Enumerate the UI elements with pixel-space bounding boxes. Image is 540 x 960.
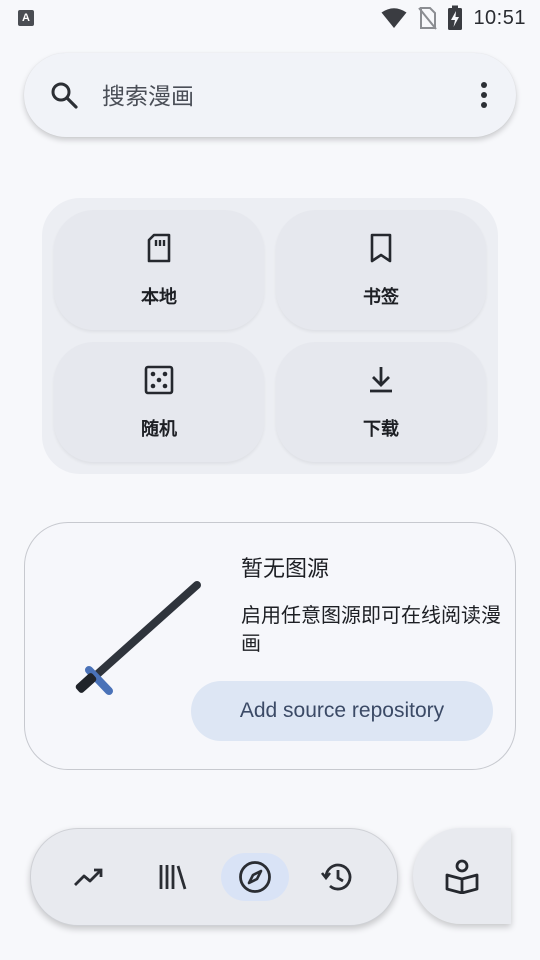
search-input[interactable]: 搜索漫画: [102, 77, 194, 111]
downloads-label: 下载: [363, 419, 399, 440]
history-icon: [320, 863, 352, 891]
bookmark-icon: [370, 233, 392, 263]
nav-library[interactable]: [139, 853, 207, 901]
search-icon[interactable]: [50, 81, 78, 109]
explore-compass-icon: [239, 861, 271, 893]
search-bar[interactable]: 搜索漫画: [24, 53, 516, 137]
wifi-icon: [381, 8, 407, 28]
nav-explore[interactable]: [221, 853, 289, 901]
empty-description: 启用任意图源即可在线阅读漫画: [241, 603, 501, 655]
downloads-button[interactable]: 下载: [276, 342, 486, 462]
library-icon: [159, 865, 187, 890]
empty-title: 暂无图源: [241, 557, 330, 582]
more-vert-icon[interactable]: [480, 81, 488, 109]
reader-icon: [445, 859, 479, 894]
bottom-navigation: [30, 828, 398, 926]
battery-charging-icon: [448, 5, 463, 30]
nav-trending[interactable]: [55, 853, 123, 901]
dice-icon: [144, 365, 174, 395]
bookmarks-label: 书签: [363, 287, 399, 308]
sd-card-icon: [147, 233, 171, 263]
quick-actions-grid: 本地 书签 随机 下载: [42, 198, 498, 474]
random-button[interactable]: 随机: [54, 342, 264, 462]
app-notification-icon: A: [18, 10, 34, 26]
download-icon: [370, 367, 392, 393]
add-source-repository-button[interactable]: Add source repository: [191, 681, 493, 741]
bookmarks-button[interactable]: 书签: [276, 210, 486, 330]
no-sim-icon: [418, 7, 438, 30]
empty-sources-card: 暂无图源 启用任意图源即可在线阅读漫画 Add source repositor…: [24, 522, 516, 770]
status-bar: A 10:51: [0, 0, 540, 36]
trending-icon: [74, 868, 103, 886]
status-icons: 10:51: [381, 4, 526, 32]
local-label: 本地: [141, 287, 177, 308]
local-button[interactable]: 本地: [54, 210, 264, 330]
reader-fab[interactable]: [413, 828, 511, 924]
random-label: 随机: [141, 419, 177, 440]
clock: 10:51: [473, 6, 526, 29]
nav-history[interactable]: [303, 853, 371, 901]
empty-illustration-icon: [75, 581, 201, 695]
